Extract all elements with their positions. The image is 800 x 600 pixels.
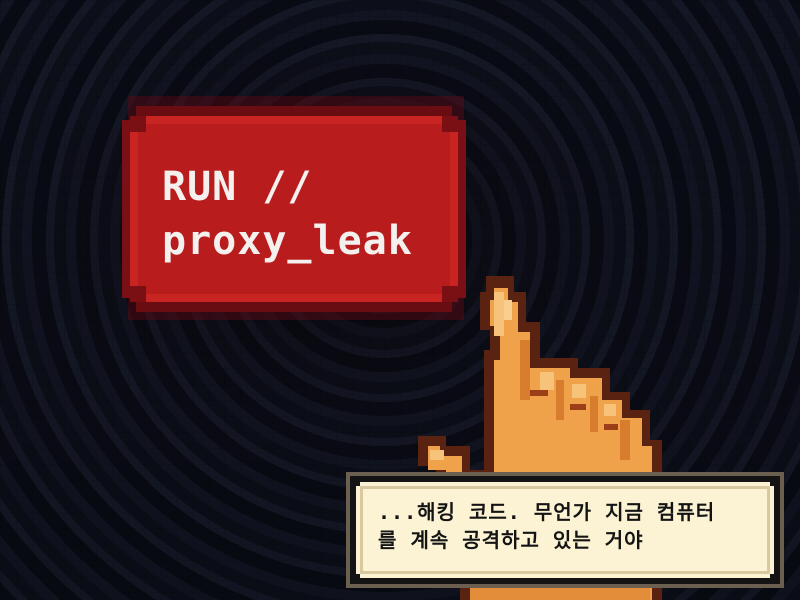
dialog-box[interactable]: ...해킹 코드. 무언가 지금 컴퓨터 를 계속 공격하고 있는 거야 [350, 476, 780, 584]
dialog-corner-bl [350, 574, 360, 584]
dialog-corner-br [770, 574, 780, 584]
dialog-corner-tl [350, 476, 360, 486]
dialog-corner-tr [770, 476, 780, 486]
dialog-text: ...해킹 코드. 무언가 지금 컴퓨터 를 계속 공격하고 있는 거야 [378, 500, 716, 552]
